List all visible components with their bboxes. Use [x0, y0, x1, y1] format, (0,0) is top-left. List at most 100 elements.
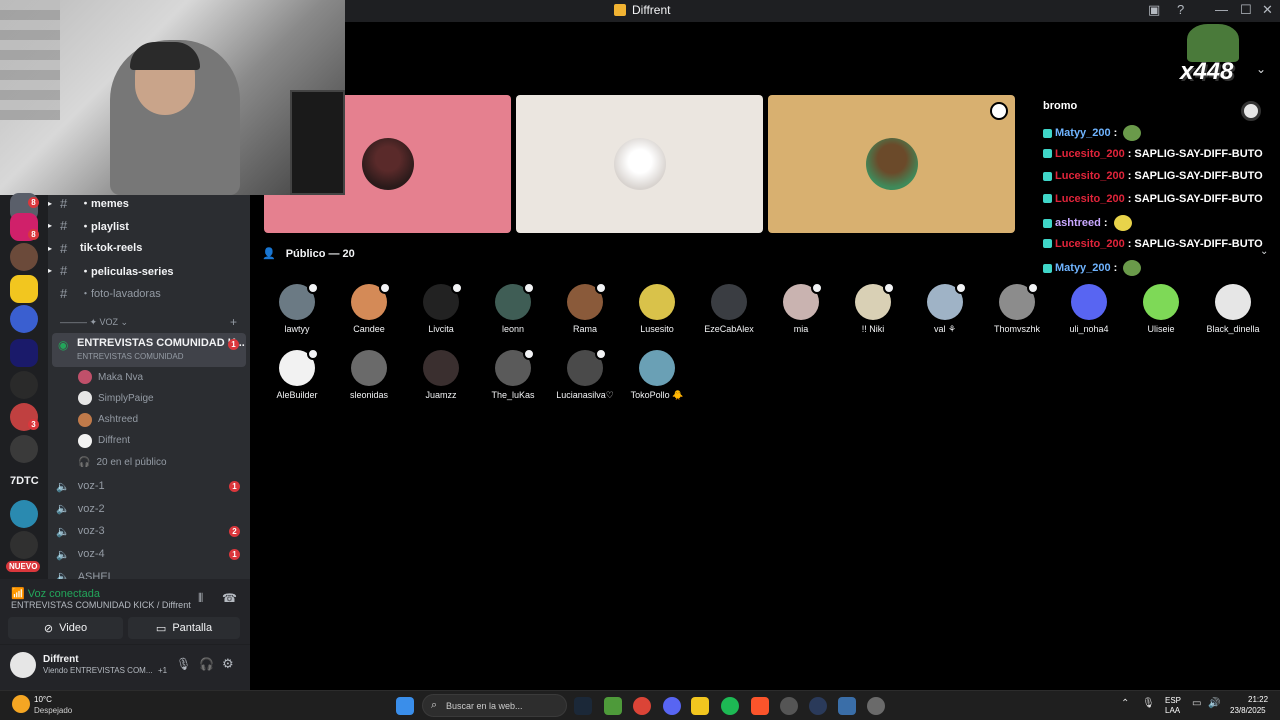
speaker-tile-2[interactable] — [516, 95, 763, 233]
chrome-icon[interactable] — [633, 697, 651, 715]
badge-icon — [1043, 171, 1052, 181]
microphone-icon[interactable]: 🎙 — [176, 657, 191, 671]
audience-member[interactable]: Lucianasilva♡ — [549, 348, 621, 401]
voice-channel[interactable]: 🔈 voz-3 2 — [56, 520, 246, 542]
clock-time[interactable]: 21:22 — [1248, 695, 1268, 704]
audience-member[interactable]: The_luKas — [477, 348, 549, 400]
server-icon[interactable] — [10, 531, 38, 559]
text-channel[interactable]: # ・foto-lavadoras — [48, 282, 250, 304]
avatar — [78, 391, 92, 406]
audience-member[interactable]: Rama — [549, 282, 621, 334]
text-channel[interactable]: ▸ # tik-tok-reels — [48, 237, 250, 259]
audience-member[interactable]: Juamzz — [405, 350, 477, 400]
noise-icon[interactable]: ⦀ — [198, 591, 203, 606]
voice-status[interactable]: 📶 Voz conectada — [11, 587, 100, 600]
steam-icon[interactable] — [574, 697, 592, 715]
voice-user[interactable]: Ashtreed — [78, 410, 138, 430]
video-button[interactable]: ⊘ Video — [8, 617, 123, 639]
audience-member[interactable]: mia — [765, 282, 837, 334]
disconnect-icon[interactable]: ☎ — [222, 591, 237, 605]
gear-icon[interactable]: ⚙ — [222, 656, 234, 672]
voice-user[interactable]: Diffrent — [78, 431, 130, 451]
network-icon[interactable]: ▭ — [1192, 698, 1201, 709]
server-icon[interactable] — [10, 243, 38, 271]
server-icon[interactable] — [10, 275, 38, 303]
discord-icon[interactable] — [663, 697, 681, 715]
clock-date[interactable]: 23/8/2025 — [1230, 706, 1266, 715]
expand-icon[interactable]: ▸ — [48, 244, 52, 253]
avatar — [279, 348, 319, 386]
app-icon[interactable] — [809, 697, 827, 715]
audience-member[interactable]: Black_dinella — [1197, 284, 1269, 334]
text-channel[interactable]: ▸ # ・playlist — [48, 215, 250, 237]
audience-member[interactable]: Lusesito — [621, 284, 693, 334]
volume-icon[interactable]: 🔊 — [1208, 698, 1220, 709]
voice-channel[interactable]: 🔈 voz-1 1 — [56, 475, 246, 497]
folder-icon[interactable] — [691, 697, 709, 715]
lang-primary[interactable]: ESP — [1165, 696, 1181, 705]
audience-member[interactable]: AleBuilder — [261, 348, 333, 400]
avatar[interactable] — [10, 652, 36, 678]
app-icon[interactable] — [780, 697, 798, 715]
inbox-icon[interactable]: ▣ — [1148, 2, 1160, 18]
brave-icon[interactable] — [751, 697, 769, 715]
tray-chevron-icon[interactable]: ⌃ — [1121, 698, 1129, 709]
tray-mic-icon[interactable]: 🎙 — [1142, 698, 1155, 709]
server-icon[interactable] — [10, 435, 38, 463]
chevron-down-icon[interactable]: ⌄ — [1256, 62, 1266, 76]
server-7dtc-label[interactable]: 7DTC — [10, 475, 39, 487]
expand-icon[interactable]: ▸ — [48, 221, 52, 230]
speaker-tile-3[interactable] — [768, 95, 1015, 233]
audience-member[interactable]: lawtyy — [261, 282, 333, 334]
settings-icon[interactable] — [867, 697, 885, 715]
audience-member[interactable]: sleonidas — [333, 350, 405, 400]
audience-count[interactable]: 🎧 20 en el público — [78, 452, 167, 472]
audience-member[interactable]: leonn — [477, 282, 549, 334]
spotify-icon[interactable] — [721, 697, 739, 715]
lang-secondary[interactable]: LAA — [1165, 706, 1180, 715]
audience-member[interactable]: Uliseie — [1125, 284, 1197, 334]
speaker-icon: 🔈 — [56, 548, 70, 561]
windows-start-icon[interactable] — [396, 697, 414, 715]
chat-settings-icon[interactable] — [1241, 101, 1261, 121]
audience-member[interactable]: Candee — [333, 282, 405, 334]
taskbar-search[interactable]: ⌕ Buscar en la web... — [422, 694, 567, 717]
chat-scroll-icon[interactable]: ⌄ — [1260, 246, 1268, 257]
audience-member[interactable]: Livcita — [405, 282, 477, 334]
add-channel-icon[interactable]: + — [230, 315, 237, 329]
maximize-button[interactable]: ☐ — [1240, 2, 1252, 18]
voice-channel[interactable]: 🔈 voz-4 1 — [56, 543, 246, 565]
voice-category[interactable]: ——— ✦ VOZ ⌄ — [60, 317, 128, 328]
voice-channel[interactable]: 🔈 ASHEL — [56, 566, 246, 579]
weather-icon[interactable] — [12, 695, 30, 713]
text-channel[interactable]: ▸ # ・peliculas-series — [48, 260, 250, 282]
audience-member[interactable]: TokoPollo 🐥 — [621, 350, 693, 401]
minimize-button[interactable]: — — [1215, 2, 1228, 17]
minecraft-icon[interactable] — [604, 697, 622, 715]
server-icon[interactable] — [10, 339, 38, 367]
audience-member[interactable]: !! Niki — [837, 282, 909, 334]
audience-member[interactable]: Thomvszhk — [981, 282, 1053, 334]
audience-member[interactable]: EzeCabAlex — [693, 284, 765, 334]
notepad-icon[interactable] — [838, 697, 856, 715]
audience-member[interactable]: uli_noha4 — [1053, 284, 1125, 334]
chat-message: Matyy_200: — [1043, 125, 1142, 141]
close-button[interactable]: ✕ — [1262, 2, 1273, 18]
audience-member[interactable]: val ⚘ — [909, 282, 981, 335]
voice-channel[interactable]: 🔈 voz-2 — [56, 498, 246, 520]
help-icon[interactable]: ? — [1177, 2, 1184, 17]
text-channel[interactable]: ▸ # ・memes — [48, 195, 250, 214]
expand-icon[interactable]: ▸ — [48, 266, 52, 275]
chat-text: SAPLIG-SAY-DIFF-BUTO — [1134, 147, 1263, 160]
headphones-icon[interactable]: 🎧 — [199, 657, 214, 671]
voice-user[interactable]: SimplyPaige — [78, 388, 154, 408]
server-icon[interactable] — [10, 500, 38, 528]
active-voice-channel[interactable]: ◉ ENTREVISTAS COMUNIDAD K... ENTREVISTAS… — [52, 333, 246, 367]
expand-icon[interactable]: ▸ — [48, 199, 52, 208]
unread-badge: 2 — [229, 526, 240, 538]
screen-share-button[interactable]: ▭ Pantalla — [128, 617, 240, 639]
voice-user[interactable]: Maka Nva — [78, 367, 143, 387]
server-icon[interactable] — [10, 371, 38, 399]
server-icon[interactable] — [10, 305, 38, 333]
hash-icon: # — [60, 218, 68, 233]
